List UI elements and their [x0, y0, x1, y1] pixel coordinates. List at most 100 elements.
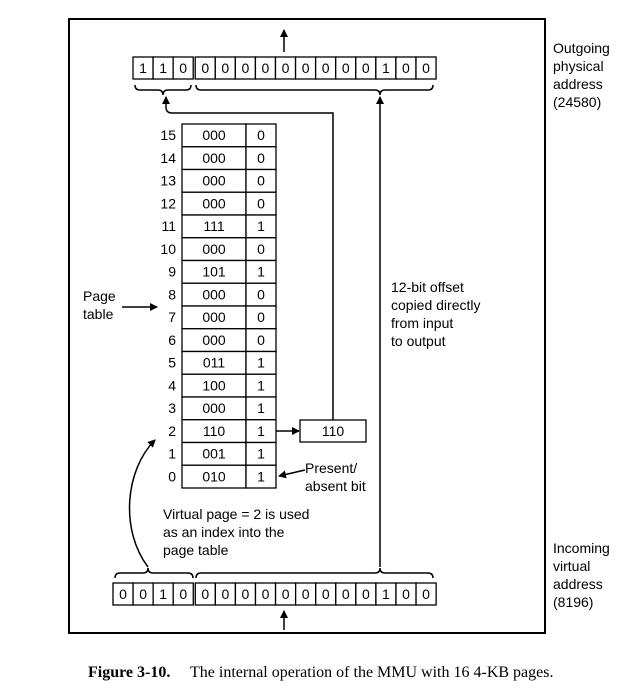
mmu-box [68, 18, 546, 634]
page-index: 7 [168, 309, 176, 325]
svg-text:copied directly: copied directly [391, 297, 481, 313]
incoming-address-register: 0010000000000100 [112, 582, 437, 606]
frame-number: 000 [202, 127, 226, 143]
top-brace-offset [195, 84, 434, 96]
page-table-row: 1 001 1 [168, 441, 277, 466]
present-bit: 0 [257, 195, 265, 211]
page-index: 5 [168, 355, 176, 371]
mmu-diagram: 110000000000100 0010000000000100 15 000 01… [68, 18, 610, 681]
svg-text:physical: physical [553, 58, 604, 74]
page-table-row: 8 000 0 [168, 282, 277, 307]
page-index: 10 [160, 241, 176, 257]
present-bit: 0 [257, 150, 265, 166]
bit-value: 0 [201, 60, 209, 76]
top-brace-frame [134, 84, 192, 96]
page-table-row: 7 000 0 [168, 305, 277, 330]
bit-value: 1 [159, 60, 167, 76]
page-index: 1 [168, 446, 176, 462]
frame-number: 000 [202, 173, 226, 189]
svg-text:Incoming: Incoming [553, 540, 610, 556]
index-note: Virtual page = 2 is used as an index int… [163, 506, 309, 558]
page-table-row: 3 000 1 [168, 396, 277, 421]
bit-value: 0 [242, 586, 250, 602]
bit-value: 0 [342, 60, 350, 76]
present-bit: 0 [257, 309, 265, 325]
bit-value: 0 [221, 60, 229, 76]
selected-frame-value: 110 [322, 423, 345, 439]
frame-number: 000 [202, 241, 226, 257]
present-bit: 0 [257, 286, 265, 302]
present-bit-arrow [278, 469, 306, 479]
index-curve-arrow [128, 439, 156, 568]
bit-value: 0 [362, 586, 370, 602]
frame-number: 110 [203, 423, 226, 439]
bit-value: 0 [221, 586, 229, 602]
frame-number: 011 [203, 355, 226, 371]
bit-value: 0 [262, 586, 270, 602]
svg-text:as an index into the: as an index into the [163, 524, 285, 540]
present-bit: 0 [257, 332, 265, 348]
present-bit: 1 [257, 264, 265, 280]
page-table: 15 000 014 000 013 000 012 000 011 111 110 000 09 101… [160, 123, 277, 489]
present-bit: 1 [257, 355, 265, 371]
svg-text:page table: page table [163, 542, 229, 558]
offset-note: 12-bit offset copied directly from input… [391, 279, 481, 349]
present-bit: 1 [257, 377, 265, 393]
page-table-row: 12 000 0 [160, 191, 277, 216]
svg-text:12-bit offset: 12-bit offset [391, 279, 464, 295]
bit-value: 1 [382, 586, 390, 602]
present-bit: 1 [257, 400, 265, 416]
bit-value: 0 [322, 586, 330, 602]
page-index: 0 [168, 468, 176, 484]
page-index: 14 [160, 150, 176, 166]
bit-value: 0 [342, 586, 350, 602]
svg-text:(24580): (24580) [553, 94, 601, 110]
frame-number: 000 [202, 286, 226, 302]
svg-text:(8196): (8196) [553, 594, 593, 610]
bit-value: 1 [139, 60, 147, 76]
bit-value: 0 [422, 60, 430, 76]
frame-number: 000 [202, 309, 226, 325]
bit-value: 0 [179, 586, 187, 602]
present-bit: 1 [257, 423, 265, 439]
page-index: 15 [160, 127, 176, 143]
page-index: 4 [168, 377, 176, 393]
page-index: 13 [160, 173, 176, 189]
page-table-row: 9 101 1 [168, 259, 277, 284]
svg-text:Figure 3-10.: Figure 3-10. [88, 664, 170, 681]
present-bit: 0 [257, 127, 265, 143]
present-bit: 0 [257, 173, 265, 189]
page-table-label: Page table [83, 288, 116, 322]
page-index: 8 [168, 286, 176, 302]
frame-number: 001 [202, 446, 226, 462]
bit-value: 0 [241, 60, 249, 76]
incoming-label: Incoming virtual address (8196) [553, 540, 610, 610]
svg-text:address: address [553, 76, 603, 92]
svg-text:absent bit: absent bit [305, 478, 366, 494]
present-bit: 0 [257, 241, 265, 257]
page-table-row: 13 000 0 [160, 168, 277, 193]
present-bit: 1 [257, 446, 265, 462]
page-index: 12 [160, 195, 176, 211]
bit-value: 0 [302, 586, 310, 602]
bit-value: 0 [139, 586, 147, 602]
bit-value: 0 [302, 60, 310, 76]
page-index: 11 [161, 218, 176, 234]
svg-text:Page: Page [83, 288, 116, 304]
page-index: 3 [168, 400, 176, 416]
page-table-row: 4 100 1 [168, 373, 277, 398]
svg-text:Present/: Present/ [305, 460, 357, 476]
page-table-row: 5 011 1 [168, 350, 277, 375]
bit-value: 0 [282, 60, 290, 76]
bit-value: 0 [402, 586, 410, 602]
page-table-row: 14 000 0 [160, 146, 277, 171]
frame-number: 100 [202, 377, 226, 393]
bit-value: 0 [282, 586, 290, 602]
page-table-row: 15 000 0 [160, 123, 277, 148]
page-table-row: 2 110 1 [168, 419, 277, 444]
present-bit: 1 [257, 218, 265, 234]
page-table-row: 11 111 1 [161, 214, 277, 239]
bit-value: 0 [119, 586, 127, 602]
page-table-row: 6 000 0 [168, 328, 277, 353]
figure-caption: Figure 3-10. The internal operation of t… [88, 664, 553, 681]
